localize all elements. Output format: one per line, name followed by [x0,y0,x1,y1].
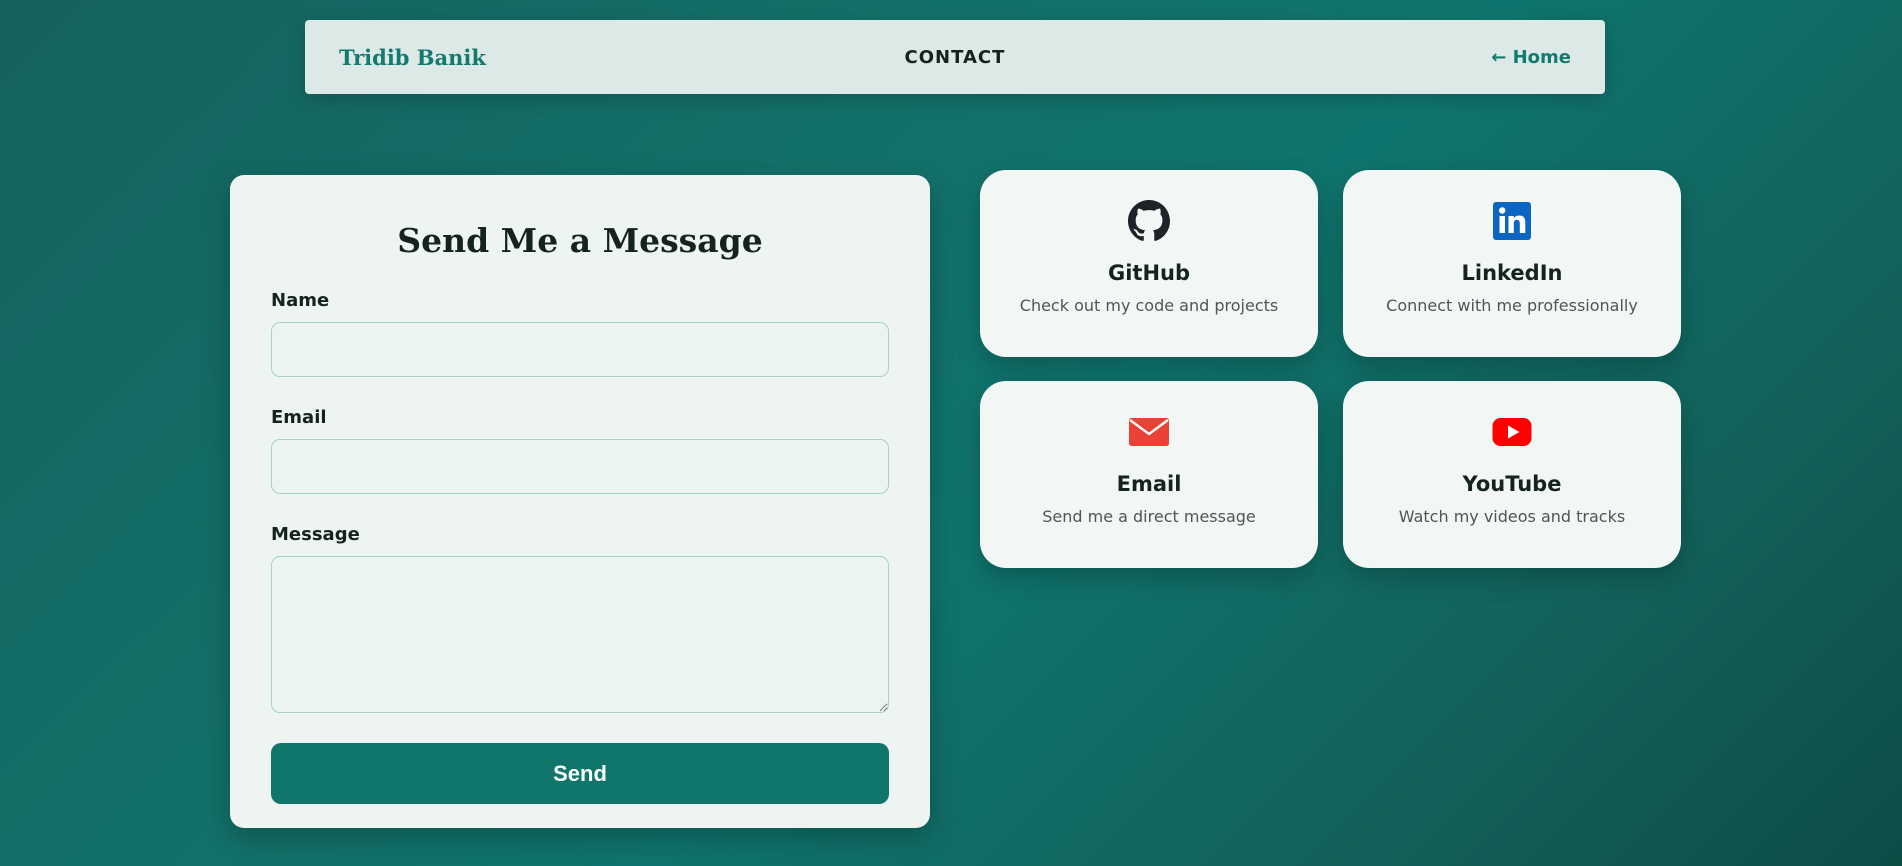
email-icon [1129,418,1169,446]
email-card-description: Send me a direct message [1042,507,1256,526]
github-card-title: GitHub [1107,261,1191,285]
youtube-icon [1492,418,1532,446]
send-button[interactable]: Send [271,743,889,804]
contact-form-card: Send Me a Message Name Email Message Sen… [230,175,930,828]
message-label: Message [271,524,360,545]
page-title: CONTACT [904,46,1006,68]
email-card-title: Email [1116,472,1182,496]
form-title: Send Me a Message [397,221,763,260]
github-card[interactable]: GitHub Check out my code and projects [980,170,1318,357]
linkedin-card[interactable]: LinkedIn Connect with me professionally [1343,170,1681,357]
email-input[interactable] [271,439,889,494]
linkedin-card-title: LinkedIn [1461,261,1563,285]
linkedin-card-description: Connect with me professionally [1386,296,1638,315]
home-link[interactable]: ← Home [1491,47,1571,68]
github-icon [1128,200,1170,241]
brand-logo[interactable]: Tridib Banik [339,45,486,70]
name-label: Name [271,290,330,311]
youtube-card-title: YouTube [1462,472,1562,496]
youtube-card[interactable]: YouTube Watch my videos and tracks [1343,381,1681,568]
message-textarea[interactable] [271,556,889,713]
youtube-card-description: Watch my videos and tracks [1398,507,1626,526]
linkedin-icon [1493,202,1531,240]
email-card[interactable]: Email Send me a direct message [980,381,1318,568]
github-card-description: Check out my code and projects [1019,296,1279,315]
name-input[interactable] [271,322,889,377]
navbar: Tridib Banik CONTACT ← Home [305,20,1605,94]
email-label: Email [271,407,327,428]
